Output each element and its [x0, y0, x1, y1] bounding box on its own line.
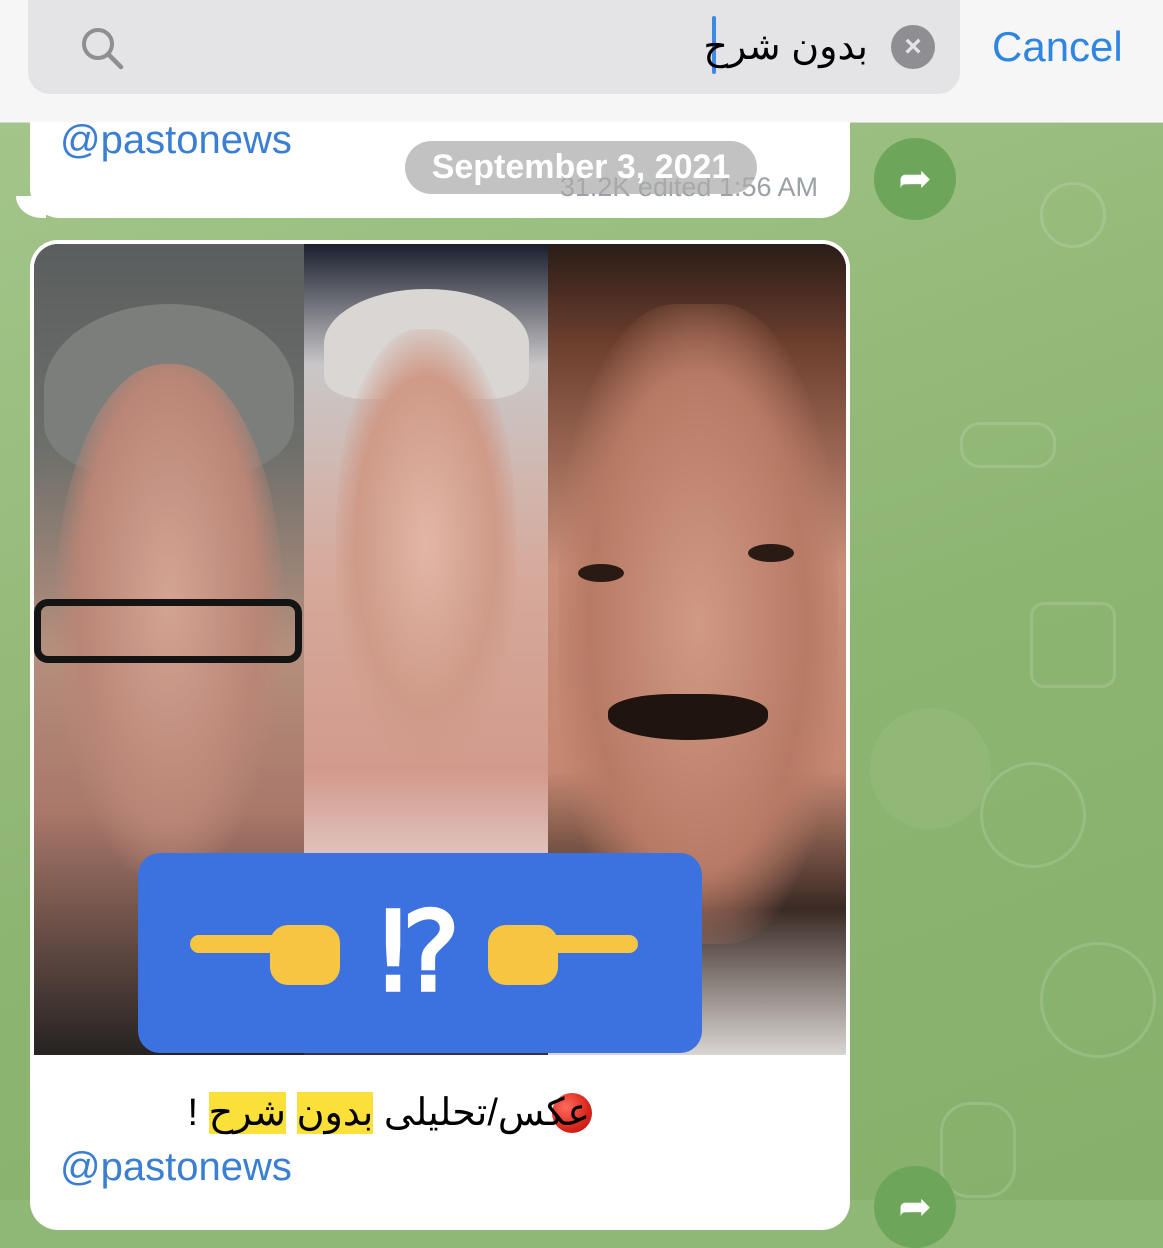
forward-icon: ➦ [898, 1185, 932, 1229]
date-pill: September 3, 2021 [405, 141, 757, 194]
clear-icon[interactable]: × [891, 25, 935, 69]
photo-detail [748, 544, 794, 562]
pointing-hand-icon [488, 917, 638, 989]
photo-detail [34, 599, 302, 663]
search-input[interactable]: بدون شرح [703, 22, 868, 72]
background-doodle [980, 762, 1086, 868]
background-doodle [1040, 942, 1156, 1058]
background-doodle [960, 422, 1056, 468]
photo-detail [578, 564, 624, 582]
caption-prefix: عکس/تحلیلی [383, 1092, 590, 1134]
photo-detail [608, 694, 768, 740]
background-doodle [1030, 602, 1116, 688]
message-photo[interactable]: ⁉ [34, 244, 846, 1055]
hand-fist [488, 925, 558, 985]
search-highlight: شرح [208, 1092, 287, 1134]
emoji-sticker: ⁉ [138, 853, 702, 1053]
forward-button[interactable]: ➦ [874, 138, 956, 220]
photo-detail [558, 304, 838, 944]
channel-link[interactable]: @pastonews [60, 1140, 292, 1194]
search-field[interactable]: بدون شرح × [28, 0, 960, 94]
search-highlight: بدون [296, 1092, 374, 1134]
search-header: بدون شرح × Cancel [0, 0, 1163, 123]
caption-suffix: ! [187, 1092, 199, 1134]
hand-finger [528, 935, 638, 953]
cancel-button[interactable]: Cancel [992, 22, 1123, 72]
search-icon [82, 28, 124, 70]
forward-button[interactable]: ➦ [874, 1166, 956, 1248]
message-caption: عکس/تحلیلی بدون شرح ! [188, 1088, 590, 1138]
forward-icon: ➦ [898, 157, 932, 201]
channel-link[interactable]: @pastonews [60, 120, 292, 160]
photo-detail [336, 329, 516, 759]
background-doodle [940, 1102, 1016, 1198]
background-doodle [1040, 182, 1106, 248]
message-bubble[interactable]: ⁉ عکس/تحلیلی بدون شرح ! @pastonews [30, 240, 850, 1230]
